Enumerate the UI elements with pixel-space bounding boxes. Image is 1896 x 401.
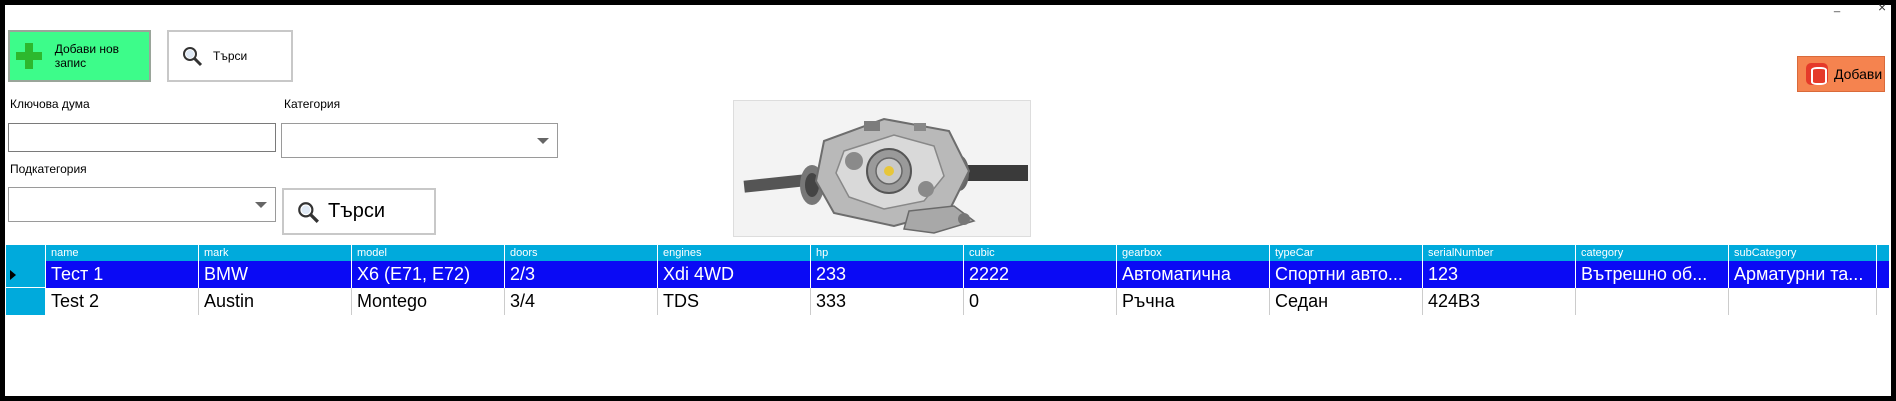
add-record-label: Добави нов запис (54, 42, 120, 70)
add-record-button[interactable]: Добави нов запис (8, 30, 151, 82)
minimize-icon[interactable]: _ (1834, 1, 1840, 13)
cell-model[interactable]: Montego (352, 288, 505, 315)
column-header-typeCar[interactable]: typeCar (1270, 245, 1423, 261)
cell-engines[interactable]: Xdi 4WD (658, 261, 811, 288)
column-header-name[interactable]: name (46, 245, 199, 261)
search-button-label: Търси (328, 200, 386, 222)
cell-name[interactable]: Test 2 (46, 288, 199, 315)
add-button[interactable]: Добави (1797, 56, 1885, 92)
cell-typeCar[interactable]: Спортни авто... (1270, 261, 1423, 288)
cell-doors[interactable]: 2/3 (505, 261, 658, 288)
subcategory-select[interactable] (8, 187, 276, 222)
column-header-hp[interactable]: hp (811, 245, 964, 261)
cell-model[interactable]: X6 (E71, E72) (352, 261, 505, 288)
gearbox-image (734, 101, 1030, 236)
column-header-engines[interactable]: engines (658, 245, 811, 261)
cell-name[interactable]: Тест 1 (46, 261, 199, 288)
column-header-doors[interactable]: doors (505, 245, 658, 261)
cell-hp[interactable]: 333 (811, 288, 964, 315)
cell-gearbox[interactable]: Автоматична (1117, 261, 1270, 288)
magnifier-icon (183, 47, 203, 67)
cell-gearbox[interactable]: Ръчна (1117, 288, 1270, 315)
cell-mark[interactable]: Austin (199, 288, 352, 315)
keyword-input[interactable] (8, 123, 276, 152)
chevron-down-icon (255, 201, 267, 208)
cell-typeCar[interactable]: Седан (1270, 288, 1423, 315)
cell-cubic[interactable]: 2222 (964, 261, 1117, 288)
cell-doors[interactable]: 3/4 (505, 288, 658, 315)
product-image (733, 100, 1031, 237)
column-header-cubic[interactable]: cubic (964, 245, 1117, 261)
subcategory-label: Подкатегория (10, 162, 87, 176)
cell-serialNumber[interactable]: 123 (1423, 261, 1576, 288)
category-select[interactable] (281, 123, 558, 158)
cell-engines[interactable]: TDS (658, 288, 811, 315)
cell-serialNumber[interactable]: 424В3 (1423, 288, 1576, 315)
category-label: Категория (284, 97, 341, 111)
cell-cubic[interactable]: 0 (964, 288, 1117, 315)
cell-subCategory[interactable]: Арматурни та... (1729, 261, 1877, 288)
cell-subCategory[interactable] (1729, 288, 1877, 315)
plus-icon (16, 43, 42, 69)
records-grid[interactable]: name mark model doors engines hp cubic gearbox t… (6, 245, 1889, 315)
row-header[interactable] (6, 288, 46, 315)
cell-mark[interactable]: BMW (199, 261, 352, 288)
cell-hp[interactable]: 233 (811, 261, 964, 288)
table-row[interactable]: Test 2 Austin Montego 3/4 TDS 333 0 Ръчна Седан 4… (6, 288, 1889, 315)
column-header-gearbox[interactable]: gearbox (1117, 245, 1270, 261)
table-row[interactable]: Тест 1 BMW X6 (E71, E72) 2/3 Xdi 4WD 233 2222 А… (6, 261, 1889, 288)
grid-header: name mark model doors engines hp cubic gearbox t… (6, 245, 1889, 261)
column-header-subCategory[interactable]: subCategory (1729, 245, 1877, 261)
magnifier-icon (298, 201, 319, 223)
cell-category[interactable]: Вътрешно об... (1576, 261, 1729, 288)
column-header-category[interactable]: category (1576, 245, 1729, 261)
keyword-label: Ключова дума (10, 97, 90, 111)
close-icon[interactable]: × (1878, 0, 1886, 14)
column-header-model[interactable]: model (352, 245, 505, 261)
search-button-top[interactable]: Търси (167, 30, 293, 82)
row-header-corner (6, 245, 46, 261)
row-header[interactable] (6, 261, 46, 288)
grid-body: Тест 1 BMW X6 (E71, E72) 2/3 Xdi 4WD 233 2222 А… (6, 261, 1889, 315)
column-header-serialNumber[interactable]: serialNumber (1423, 245, 1576, 261)
chevron-down-icon (537, 137, 549, 144)
column-header-mark[interactable]: mark (199, 245, 352, 261)
search-button-top-label: Търси (213, 49, 248, 63)
cell-category[interactable] (1576, 288, 1729, 315)
row-pointer-icon (10, 270, 16, 280)
add-button-label: Добави (1834, 66, 1883, 82)
search-button[interactable]: Търси (282, 188, 436, 235)
database-icon (1806, 63, 1828, 85)
main-window: _ × Добави нов запис Търси Добави Ключов… (5, 0, 1891, 396)
